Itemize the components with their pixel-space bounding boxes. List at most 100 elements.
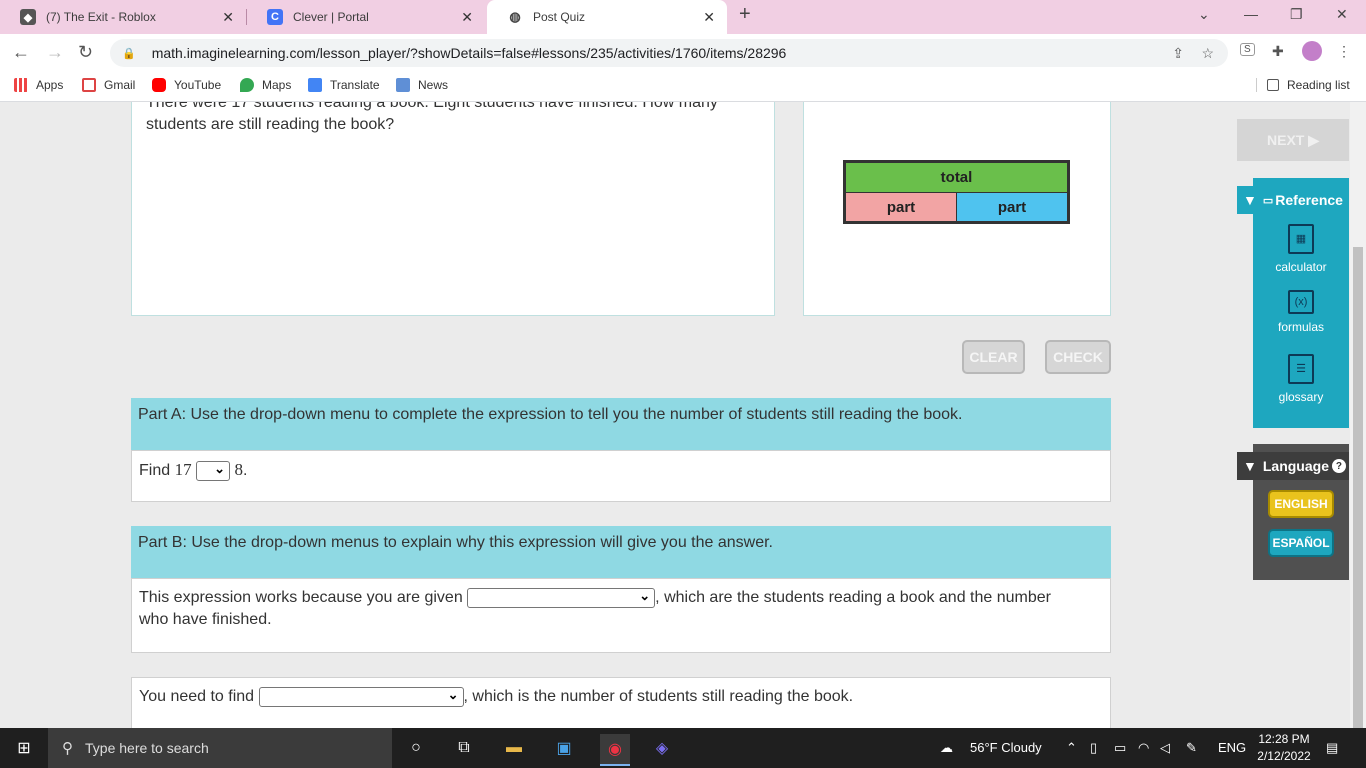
tab-label: (7) The Exit - Roblox <box>46 10 156 24</box>
help-icon[interactable]: ? <box>1331 459 1346 473</box>
part-b-heading: Part B: Use the drop-down menus to expla… <box>131 526 1111 578</box>
part-part-whole-model: total part part <box>843 160 1070 224</box>
english-button[interactable]: ENGLISH <box>1268 490 1334 518</box>
windows-start-icon[interactable]: ⊞ <box>12 736 36 760</box>
notifications-icon[interactable]: ▤ <box>1326 740 1338 756</box>
close-icon[interactable]: ✕ <box>703 9 715 26</box>
clock[interactable]: 12:28 PM 2/12/2022 <box>1255 731 1313 765</box>
cortana-icon[interactable]: ○ <box>404 736 428 760</box>
glossary-tool[interactable]: ☰ glossary <box>1253 354 1349 404</box>
bookmark-label: Maps <box>262 78 292 92</box>
tab-roblox[interactable]: ◆ (7) The Exit - Roblox ✕ <box>0 0 246 34</box>
glossary-icon: ☰ <box>1288 354 1314 384</box>
translate-icon <box>308 78 322 92</box>
new-tab-button[interactable]: + <box>739 3 751 26</box>
model-part-2: part <box>957 193 1067 221</box>
bookmark-translate[interactable]: Translate <box>308 78 380 92</box>
clear-button[interactable]: CLEAR <box>962 340 1025 374</box>
language-indicator[interactable]: ENG <box>1218 740 1246 755</box>
scrollbar-thumb[interactable] <box>1353 247 1363 745</box>
bookmark-label: Gmail <box>104 78 136 92</box>
formulas-icon: (x) <box>1288 290 1314 314</box>
lock-icon: 🔒 <box>122 47 136 60</box>
bookmarks-overlay: Apps Gmail YouTube Maps Translate News R… <box>0 71 1366 102</box>
close-window-button[interactable]: ✕ <box>1336 6 1348 23</box>
check-button[interactable]: CHECK <box>1045 340 1111 374</box>
sentence2-suffix: , which is the number of students still … <box>463 688 854 705</box>
store-icon[interactable]: ▣ <box>552 736 576 760</box>
formulas-tool[interactable]: (x) formulas <box>1253 290 1349 334</box>
bookmark-gmail[interactable]: Gmail <box>82 78 135 92</box>
reference-icon: ▭ <box>1262 194 1274 207</box>
number-8: 8 <box>234 460 243 479</box>
youtube-icon <box>152 78 166 92</box>
volume-icon[interactable]: ◁ <box>1160 740 1170 756</box>
tab-label: Clever | Portal <box>293 10 369 24</box>
sentence1-suffix: , which are the students reading a book … <box>655 589 1051 606</box>
bookmark-maps[interactable]: Maps <box>240 78 291 92</box>
restore-button[interactable]: ❐ <box>1290 6 1303 23</box>
reference-header[interactable]: ▼ ▭ Reference <box>1237 186 1349 214</box>
back-icon[interactable]: ← <box>12 42 30 63</box>
bookmark-label: YouTube <box>174 78 222 92</box>
file-explorer-icon[interactable]: ▬ <box>502 736 526 760</box>
reading-list-label: Reading list <box>1287 78 1350 92</box>
network-icon[interactable]: ▯ <box>1090 740 1097 756</box>
model-part-1: part <box>846 193 956 221</box>
espanol-button[interactable]: ESPAÑOL <box>1268 529 1334 557</box>
period: . <box>242 462 248 479</box>
page-scrollbar[interactable] <box>1350 102 1366 745</box>
search-placeholder: Type here to search <box>85 740 209 756</box>
reference-title: Reference <box>1275 192 1343 208</box>
battery-icon[interactable]: ▭ <box>1114 740 1126 756</box>
pen-icon[interactable]: ✎ <box>1186 740 1197 756</box>
tab-post-quiz[interactable]: ◍ Post Quiz ✕ <box>487 0 727 34</box>
bookmark-youtube[interactable]: YouTube <box>152 78 221 92</box>
maps-icon <box>240 78 254 92</box>
find-dropdown[interactable] <box>258 684 464 707</box>
close-icon[interactable]: ✕ <box>222 9 234 26</box>
glossary-label: glossary <box>1278 390 1324 404</box>
search-icon: ⚲ <box>62 740 73 757</box>
next-button[interactable]: NEXT ▶ <box>1237 119 1349 161</box>
chrome-icon[interactable]: ◉ <box>600 734 630 766</box>
task-view-icon[interactable]: ⧉ <box>452 736 476 760</box>
menu-icon[interactable]: ⋮ <box>1337 43 1351 60</box>
triangle-down-icon: ▼ <box>1243 192 1257 208</box>
taskbar-search[interactable]: ⚲ Type here to search <box>48 728 392 768</box>
browser-tab-strip: ◆ (7) The Exit - Roblox ✕ C Clever | Por… <box>0 0 1366 34</box>
extension-s-icon[interactable]: S <box>1240 43 1255 56</box>
reading-list-icon <box>1267 79 1279 91</box>
share-icon[interactable]: ⇪ <box>1172 45 1184 62</box>
operator-dropdown[interactable] <box>196 458 231 481</box>
bookmark-news[interactable]: News <box>396 78 448 92</box>
forward-icon[interactable]: → <box>46 42 64 63</box>
address-bar[interactable]: 🔒 math.imaginelearning.com/lesson_player… <box>110 39 1228 67</box>
clock-time: 12:28 PM <box>1258 732 1310 746</box>
puzzle-icon[interactable]: ✚ <box>1272 43 1284 60</box>
tab-clever[interactable]: C Clever | Portal ✕ <box>247 0 485 34</box>
formulas-label: formulas <box>1277 320 1324 334</box>
avatar[interactable] <box>1302 41 1322 61</box>
chevron-up-icon[interactable]: ⌃ <box>1066 740 1077 756</box>
reload-icon[interactable]: ↻ <box>78 42 93 63</box>
windows-taskbar: ⊞ ⚲ Type here to search ○ ⧉ ▬ ▣ ◉ ◈ ☁ 56… <box>0 728 1366 768</box>
weather-icon: ☁ <box>940 740 953 755</box>
calculator-tool[interactable]: ▦ calculator <box>1253 224 1349 274</box>
roblox-icon: ◆ <box>20 9 36 25</box>
browser-toolbar: ← → ↻ 🔒 math.imaginelearning.com/lesson_… <box>0 34 1366 71</box>
weather-text[interactable]: 56°F Cloudy <box>970 740 1042 755</box>
close-icon[interactable]: ✕ <box>461 9 473 26</box>
star-icon[interactable]: ☆ <box>1201 45 1214 62</box>
sentence1-prefix: This expression works because you are gi… <box>139 589 463 606</box>
tab-search-icon[interactable]: ⌄ <box>1198 6 1210 23</box>
bookmark-apps[interactable]: Apps <box>14 78 63 92</box>
calculator-icon: ▦ <box>1288 224 1314 254</box>
discord-icon[interactable]: ◈ <box>650 736 674 760</box>
globe-icon: ◍ <box>509 9 521 24</box>
given-dropdown[interactable] <box>467 585 656 608</box>
reading-list-button[interactable]: Reading list <box>1256 78 1350 92</box>
language-header[interactable]: ▼ Language ? <box>1237 452 1349 480</box>
wifi-icon[interactable]: ◠ <box>1138 740 1149 756</box>
minimize-button[interactable]: — <box>1244 6 1258 22</box>
